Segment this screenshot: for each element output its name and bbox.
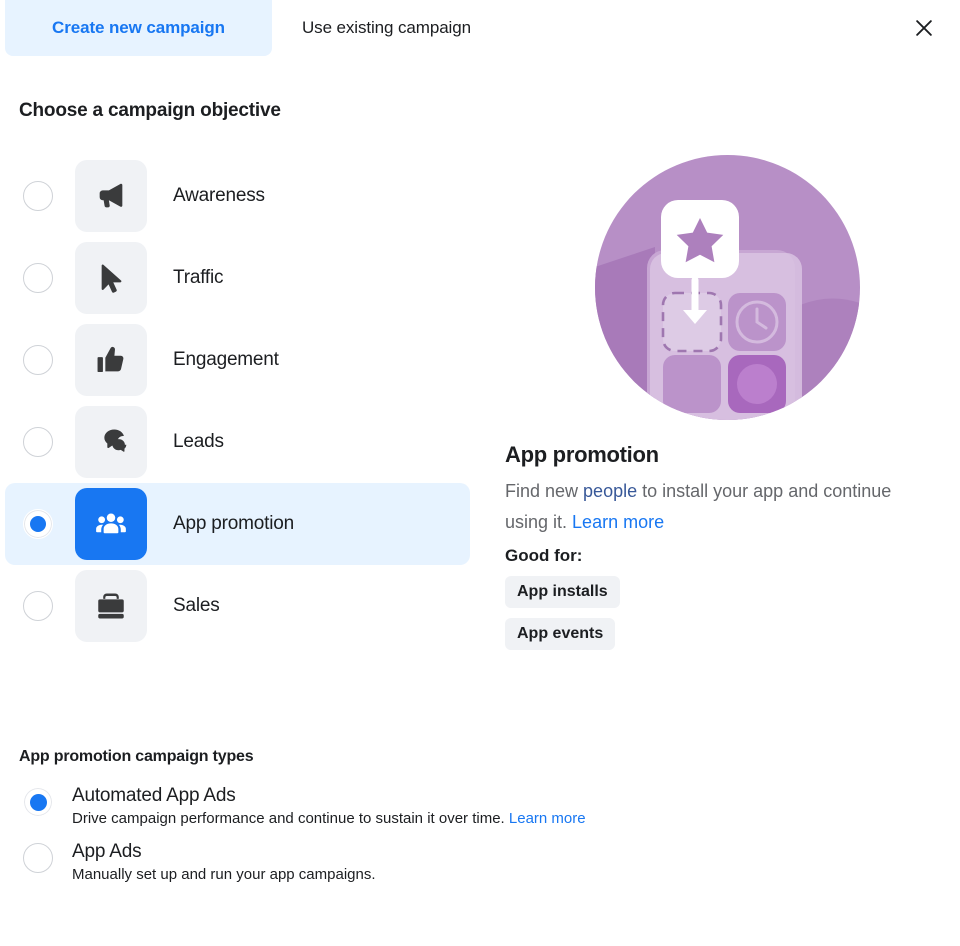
briefcase-icon-tile <box>75 570 147 642</box>
campaign-types-title: App promotion campaign types <box>19 748 254 765</box>
app-install-illustration <box>595 155 860 420</box>
campaign-type-row-automated-app-ads[interactable]: Automated App Ads Drive campaign perform… <box>0 785 800 827</box>
radio-automated-app-ads[interactable] <box>23 787 53 817</box>
radio-awareness[interactable] <box>23 181 53 211</box>
cursor-arrow-icon-tile <box>75 242 147 314</box>
objective-label-app-promotion: App promotion <box>173 513 294 534</box>
objective-label-awareness: Awareness <box>173 185 265 206</box>
objective-row-traffic[interactable]: Traffic <box>5 237 470 319</box>
objective-section-title: Choose a campaign objective <box>19 100 281 121</box>
objective-row-sales[interactable]: Sales <box>5 565 470 647</box>
campaign-type-desc-app-ads: Manually set up and run your app campaig… <box>72 866 376 883</box>
speech-bubbles-icon <box>104 429 127 452</box>
cursor-arrow-icon <box>101 264 122 293</box>
detail-desc-part1: Find new <box>505 481 584 501</box>
tag-app-installs: App installs <box>505 576 620 608</box>
objective-detail-panel: App promotion Find new people to install… <box>495 155 945 660</box>
megaphone-icon-tile <box>75 160 147 232</box>
campaign-type-desc-automated-text: Drive campaign performance and continue … <box>72 810 509 827</box>
objective-list: Awareness Traffic Engagement Leads App p… <box>0 155 480 647</box>
objective-row-awareness[interactable]: Awareness <box>5 155 470 237</box>
objective-row-app-promotion[interactable]: App promotion <box>5 483 470 565</box>
good-for-label: Good for: <box>505 546 583 565</box>
people-link[interactable]: people <box>583 481 637 501</box>
people-group-icon-tile <box>75 488 147 560</box>
tab-create-new-campaign[interactable]: Create new campaign <box>5 0 272 56</box>
radio-traffic[interactable] <box>23 263 53 293</box>
tab-use-existing-campaign-label: Use existing campaign <box>302 18 471 37</box>
tab-create-new-campaign-label: Create new campaign <box>52 18 225 37</box>
speech-bubbles-icon-tile <box>75 406 147 478</box>
objective-label-engagement: Engagement <box>173 349 279 370</box>
learn-more-link-detail[interactable]: Learn more <box>572 512 664 532</box>
campaign-types-list: Automated App Ads Drive campaign perform… <box>0 785 800 897</box>
tab-bar: Create new campaign Use existing campaig… <box>0 0 960 56</box>
detail-description: Find new people to install your app and … <box>505 476 910 538</box>
good-for-tags: App installs App events <box>505 576 945 660</box>
radio-app-promotion[interactable] <box>23 509 53 539</box>
objective-row-engagement[interactable]: Engagement <box>5 319 470 401</box>
people-group-icon <box>96 513 126 534</box>
tag-app-events: App events <box>505 618 616 650</box>
learn-more-link-automated[interactable]: Learn more <box>509 810 586 827</box>
tab-use-existing-campaign[interactable]: Use existing campaign <box>282 0 532 56</box>
detail-title: App promotion <box>505 442 659 467</box>
thumbs-up-icon-tile <box>75 324 147 396</box>
radio-engagement[interactable] <box>23 345 53 375</box>
thumbs-up-icon <box>97 346 124 373</box>
campaign-type-desc-automated: Drive campaign performance and continue … <box>72 810 586 827</box>
megaphone-icon <box>99 183 123 208</box>
illustration-container <box>595 155 860 420</box>
objective-row-leads[interactable]: Leads <box>5 401 470 483</box>
campaign-type-text-automated: Automated App Ads Drive campaign perform… <box>72 785 586 827</box>
radio-leads[interactable] <box>23 427 53 457</box>
campaign-type-row-app-ads[interactable]: App Ads Manually set up and run your app… <box>0 841 800 883</box>
objective-label-sales: Sales <box>173 595 220 616</box>
briefcase-icon <box>98 593 124 619</box>
radio-sales[interactable] <box>23 591 53 621</box>
campaign-type-text-app-ads: App Ads Manually set up and run your app… <box>72 841 376 883</box>
objective-label-leads: Leads <box>173 431 224 452</box>
close-icon <box>916 20 932 36</box>
campaign-type-name-app-ads: App Ads <box>72 841 142 862</box>
campaign-type-name-automated: Automated App Ads <box>72 785 236 806</box>
close-button[interactable] <box>904 8 944 48</box>
objective-label-traffic: Traffic <box>173 267 224 288</box>
radio-app-ads[interactable] <box>23 843 53 873</box>
